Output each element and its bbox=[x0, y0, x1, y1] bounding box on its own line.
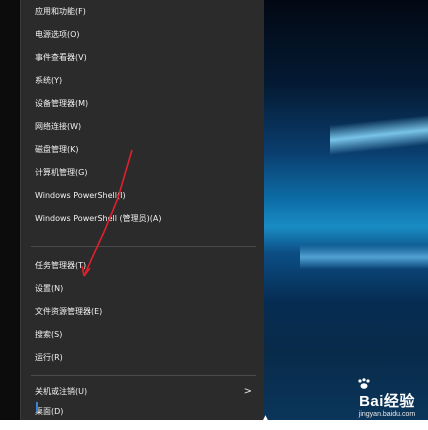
wallpaper-light-beam-lower bbox=[300, 245, 428, 269]
menu-item-disk-management[interactable]: 磁盘管理(K) bbox=[21, 138, 264, 161]
menu-separator bbox=[31, 375, 256, 376]
menu-item-computer-management[interactable]: 计算机管理(G) bbox=[21, 161, 264, 184]
taskbar-corner bbox=[0, 400, 20, 420]
menu-item-power-options[interactable]: 电源选项(O) bbox=[21, 23, 264, 46]
menu-separator bbox=[31, 246, 256, 247]
taskbar-active-indicator bbox=[36, 402, 38, 412]
watermark-url: jingyan.baidu.com bbox=[358, 411, 416, 418]
baidu-paw-icon bbox=[358, 378, 370, 389]
baidu-jingyan-watermark: Bai经验 jingyan.baidu.com bbox=[346, 390, 428, 418]
menu-item-file-explorer[interactable]: 文件资源管理器(E) bbox=[21, 300, 264, 323]
menu-item-task-manager[interactable]: 任务管理器(T) bbox=[21, 254, 264, 277]
menu-item-system[interactable]: 系统(Y) bbox=[21, 69, 264, 92]
bottom-white-strip bbox=[0, 420, 428, 430]
winx-context-menu: 应用和功能(F) 电源选项(O) 事件查看器(V) 系统(Y) 设备管理器(M)… bbox=[20, 0, 264, 420]
chevron-right-icon: > bbox=[243, 386, 252, 397]
menu-item-powershell[interactable]: Windows PowerShell(I) bbox=[21, 184, 264, 207]
menu-item-apps-features[interactable]: 应用和功能(F) bbox=[21, 0, 264, 23]
menu-item-run[interactable]: 运行(R) bbox=[21, 346, 264, 369]
menu-item-device-manager[interactable]: 设备管理器(M) bbox=[21, 92, 264, 115]
menu-item-event-viewer[interactable]: 事件查看器(V) bbox=[21, 46, 264, 69]
menu-item-search[interactable]: 搜索(S) bbox=[21, 323, 264, 346]
desktop-wallpaper bbox=[263, 0, 428, 420]
menu-item-powershell-admin[interactable]: Windows PowerShell (管理员)(A) bbox=[21, 207, 264, 230]
menu-item-settings[interactable]: 设置(N) bbox=[21, 277, 264, 300]
menu-item-network-connections[interactable]: 网络连接(W) bbox=[21, 115, 264, 138]
watermark-logo: Bai经验 bbox=[359, 393, 415, 410]
